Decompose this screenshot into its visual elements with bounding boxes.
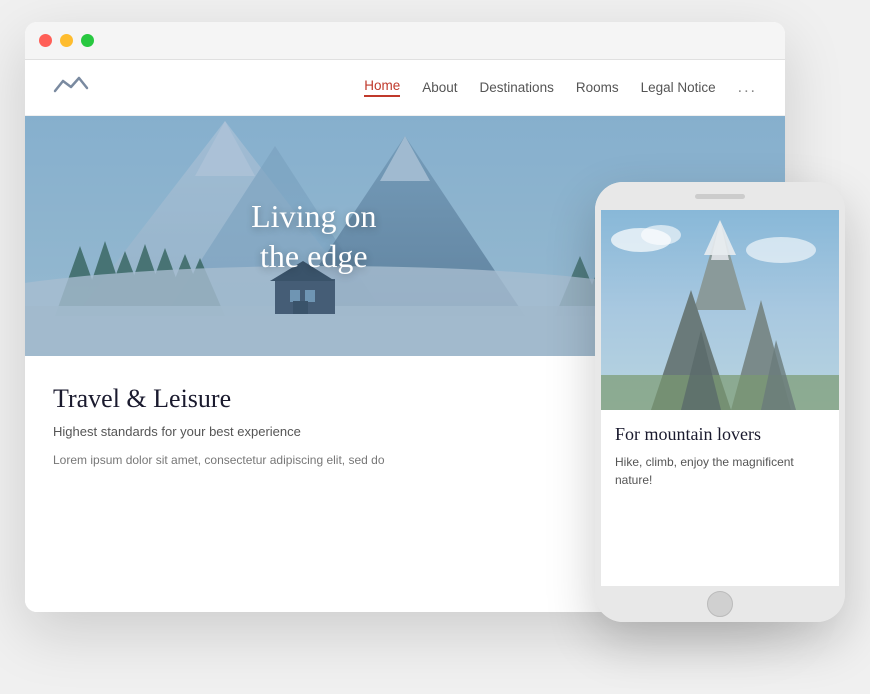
close-button[interactable] bbox=[39, 34, 52, 47]
minimize-button[interactable] bbox=[60, 34, 73, 47]
mobile-top-bar bbox=[595, 182, 845, 210]
site-nav: Home About Destinations Rooms Legal Noti… bbox=[25, 60, 785, 116]
mobile-content: For mountain lovers Hike, climb, enjoy t… bbox=[601, 410, 839, 586]
content-left: Travel & Leisure Highest standards for y… bbox=[53, 384, 603, 592]
scene: Home About Destinations Rooms Legal Noti… bbox=[25, 22, 845, 672]
mobile-bottom-bar bbox=[595, 586, 845, 622]
content-body: Lorem ipsum dolor sit amet, consectetur … bbox=[53, 451, 603, 469]
nav-destinations[interactable]: Destinations bbox=[480, 80, 554, 95]
mobile-content-title: For mountain lovers bbox=[615, 424, 825, 445]
hero-text: Living on the edge bbox=[251, 196, 376, 276]
logo-icon bbox=[53, 73, 89, 102]
maximize-button[interactable] bbox=[81, 34, 94, 47]
mobile-screen: For mountain lovers Hike, climb, enjoy t… bbox=[601, 210, 839, 586]
mobile-home-button[interactable] bbox=[707, 591, 733, 617]
mobile-speaker bbox=[695, 194, 745, 199]
mobile-hero-image bbox=[601, 210, 839, 410]
site-logo bbox=[53, 73, 89, 102]
nav-about[interactable]: About bbox=[422, 80, 457, 95]
nav-links: Home About Destinations Rooms Legal Noti… bbox=[364, 78, 757, 97]
nav-legal-notice[interactable]: Legal Notice bbox=[641, 80, 716, 95]
content-title: Travel & Leisure bbox=[53, 384, 603, 414]
content-subtitle: Highest standards for your best experien… bbox=[53, 424, 603, 439]
nav-more[interactable]: ... bbox=[738, 79, 757, 97]
hero-title: Living on the edge bbox=[251, 196, 376, 276]
mobile-device: For mountain lovers Hike, climb, enjoy t… bbox=[595, 182, 845, 622]
browser-titlebar bbox=[25, 22, 785, 60]
mobile-content-text: Hike, climb, enjoy the magnificent natur… bbox=[615, 453, 825, 489]
nav-rooms[interactable]: Rooms bbox=[576, 80, 619, 95]
nav-home[interactable]: Home bbox=[364, 78, 400, 97]
